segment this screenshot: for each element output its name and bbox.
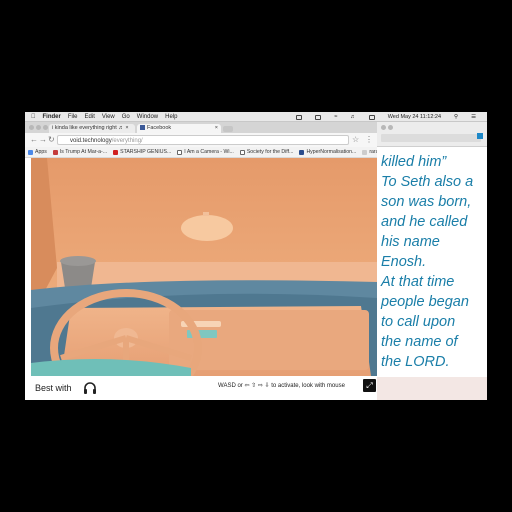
bookmark-icon [52,149,58,155]
display-icon[interactable] [315,114,322,120]
back-icon[interactable]: ← [30,135,38,144]
bookmark-trump[interactable]: Is Trump At Mar-a-... [52,149,108,155]
wifi-icon[interactable]: ≈ [334,114,337,120]
close-tab-icon[interactable]: × [125,125,128,131]
bookmark-society[interactable]: Society for the Diff... [239,149,294,155]
facebook-icon [140,125,145,131]
wikipedia-icon [239,149,245,155]
bookmark-icon [299,149,305,155]
text-line: At that time [381,274,455,290]
menu-dots-icon[interactable]: ⋮ [365,135,373,144]
new-tab-button[interactable] [223,126,233,132]
minimize-window-icon[interactable] [36,125,41,130]
minimize-window-icon[interactable] [388,125,393,130]
menu-extras: ≈ ♬ Wed May 24 11:12:24 ⚲ ☰ [296,112,483,122]
url-path: /everything/ [111,138,143,144]
text-line: and he called [381,214,468,230]
menu-help[interactable]: Help [165,114,177,120]
bookmark-hypernormalisation[interactable]: HyperNormalisation... [299,149,356,155]
best-with-label: Best with [35,383,72,393]
text-line: son was born, [381,194,472,210]
bookmark-label: Society for the Diff... [246,149,294,155]
clock-text[interactable]: Wed May 24 11:12:24 [388,114,441,120]
scripture-text[interactable]: killed him” To Seth also a son was born,… [381,152,487,372]
star-icon[interactable]: ☆ [352,135,359,144]
text-line: Enosh. [381,254,427,270]
menu-file[interactable]: File [68,114,78,120]
apple-icon[interactable]:  [31,114,36,120]
file-icon [362,149,368,155]
car-interior-scene [31,158,377,376]
controls-hint: WASD or ⇦ ⇧ ⇨ ⇩ to activate, look with m… [218,383,345,389]
menu-view[interactable]: View [102,114,115,120]
scene-toolbar: Best with WASD or ⇦ ⇧ ⇨ ⇩ to activate, l… [25,376,377,400]
text-line: To Seth also a [381,174,474,190]
text-line: people began [381,294,469,310]
tab-facebook[interactable]: Facebook × [137,124,221,133]
light-fixture [181,215,233,241]
menu-edit[interactable]: Edit [85,114,95,120]
forward-icon[interactable]: → [39,135,47,144]
list-icon[interactable]: ☰ [471,114,476,120]
expand-icon: ⤢ [366,381,373,390]
bookmark-label: Apps [35,149,47,155]
text-window-toolbar [377,122,487,147]
tab-label: Facebook [147,125,172,131]
url-bar[interactable]: void.technology/everything/ [57,135,349,145]
menu-finder[interactable]: Finder [43,114,61,120]
tab-label: i kinda like everything right [52,125,117,131]
fullscreen-button[interactable]: ⤢ [363,379,376,392]
text-line: the name of [381,334,458,350]
youtube-icon [113,149,119,155]
url-host: void.technology [70,138,112,144]
dropbox-icon[interactable] [296,114,303,120]
bookmarks-bar: Apps Is Trump At Mar-a-... STARSHIP GENI… [25,147,390,158]
text-window: killed him” To Seth also a son was born,… [377,122,487,400]
text-line: to call upon [381,314,456,330]
close-tab-icon[interactable]: × [215,125,218,131]
ruler [381,134,481,142]
bookmark-label: I Am a Camera - Wi... [184,149,234,155]
menu-window[interactable]: Window [137,114,158,120]
close-window-icon[interactable] [381,125,386,130]
text-line: killed him” [381,154,447,170]
bookmark-label: STARSHIP GENIUS... [120,149,172,155]
address-row: ← → ↻ void.technology/everything/ ☆ ⋮ [25,133,377,148]
bookmark-starship[interactable]: STARSHIP GENIUS... [113,149,171,155]
bookmark-apps[interactable]: Apps [28,149,47,155]
browser-window: i kinda like everything right ♬ × Facebo… [25,122,390,400]
battery-icon[interactable] [368,114,375,120]
bookmark-label: HyperNormalisation... [306,149,357,155]
tab-strip: i kinda like everything right ♬ × Facebo… [25,122,377,133]
headphones-icon [84,382,96,394]
search-icon[interactable]: ⚲ [454,114,458,120]
reload-icon[interactable]: ↻ [48,135,55,144]
wikipedia-icon [177,149,183,155]
menu-bar:  Finder File Edit View Go Window Help ≈… [25,112,487,122]
desktop-strip [377,377,487,400]
bookmark-label: Is Trump At Mar-a-... [59,149,108,155]
tab-everything[interactable]: i kinda like everything right ♬ × [49,124,135,133]
text-line: the LORD. [381,354,450,370]
zoom-window-icon[interactable] [43,125,48,130]
volume-icon[interactable]: ♬ [350,114,356,120]
text-line: his name [381,234,440,250]
menu-go[interactable]: Go [122,114,130,120]
close-window-icon[interactable] [29,125,34,130]
bookmark-camera[interactable]: I Am a Camera - Wi... [177,149,234,155]
color-swatch-icon[interactable] [477,133,483,139]
3d-scene-canvas[interactable] [31,158,377,376]
speaker-icon: ♬ [118,125,124,131]
apps-icon [28,149,33,155]
